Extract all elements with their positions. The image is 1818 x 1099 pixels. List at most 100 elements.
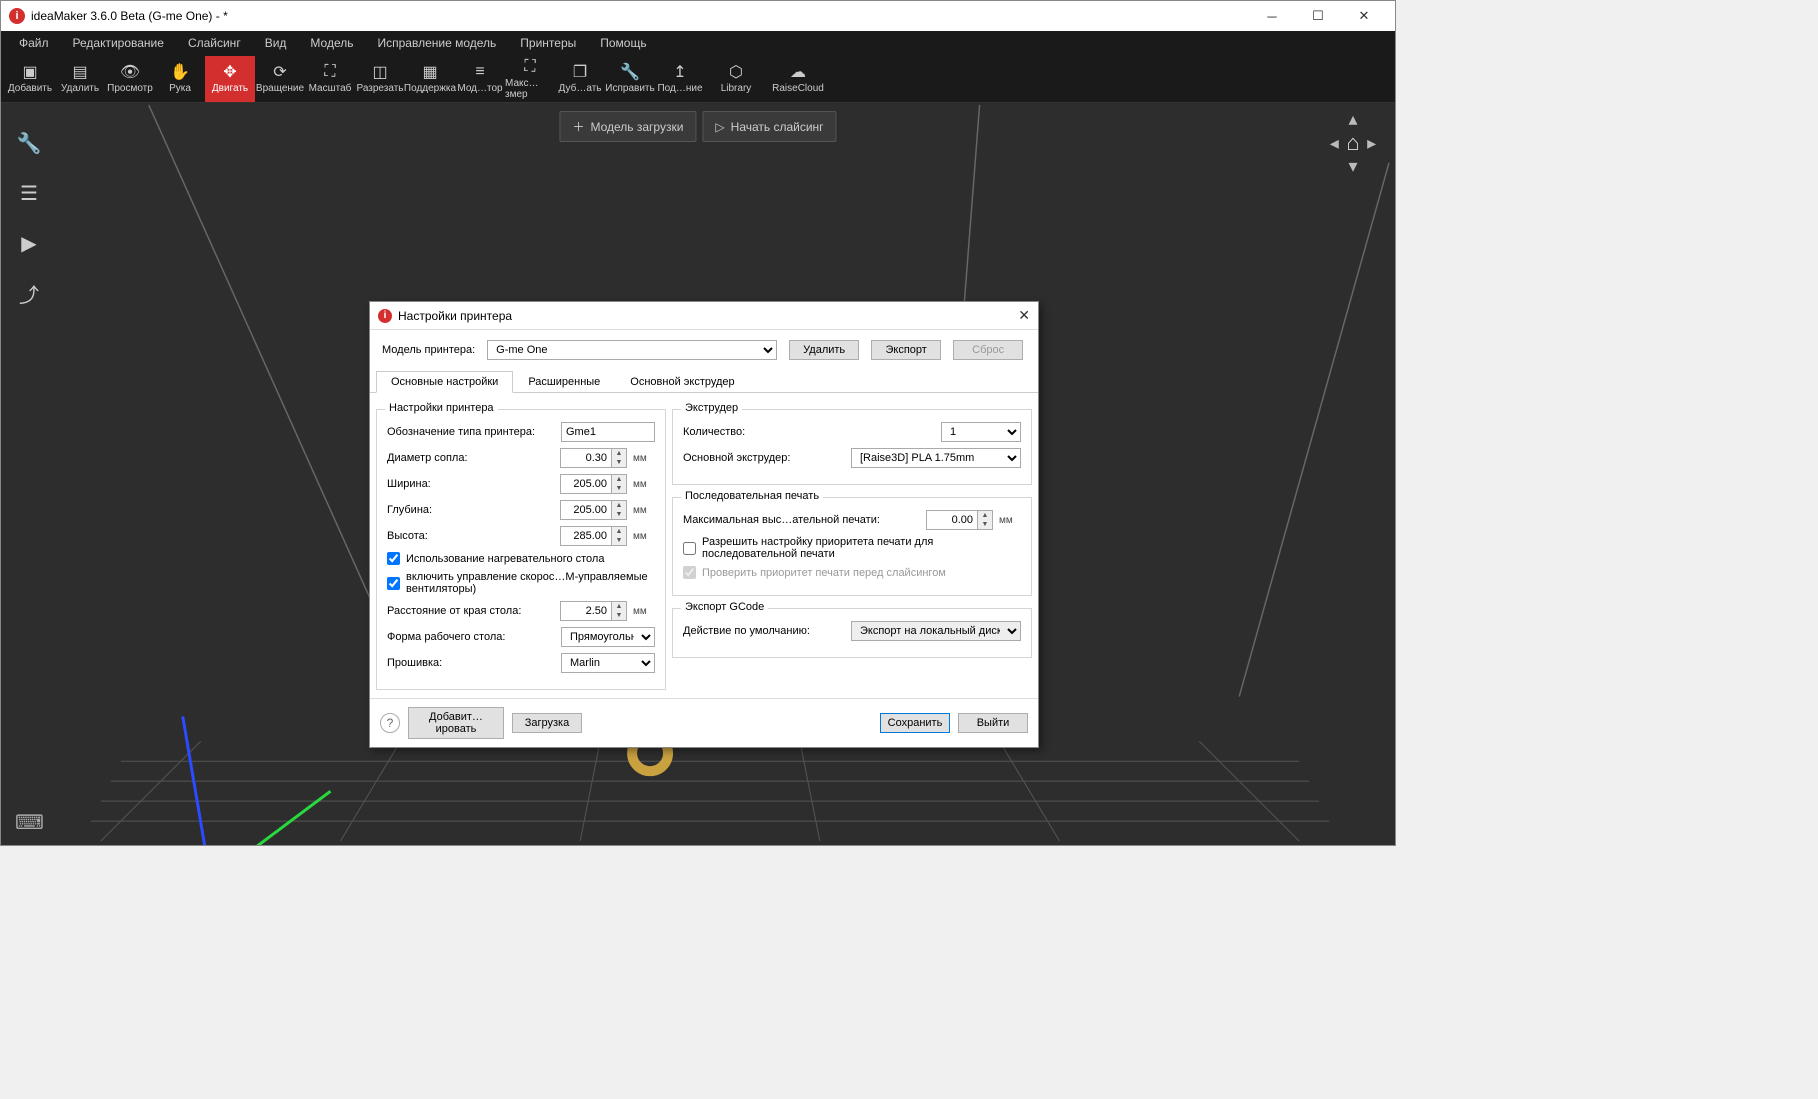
tb-cut[interactable]: ◫Разрезать <box>355 56 405 102</box>
tb-delete[interactable]: ▤Удалить <box>55 56 105 102</box>
preview-button[interactable]: ▶ <box>15 229 43 257</box>
firmware-select[interactable]: Marlin <box>561 653 655 673</box>
menu-repair[interactable]: Исправление модель <box>366 33 509 53</box>
tb-connection[interactable]: ↥Под…ние <box>655 56 705 102</box>
width-label: Ширина: <box>387 478 554 490</box>
list-icon: ☰ <box>20 181 38 206</box>
menu-printers[interactable]: Принтеры <box>508 33 588 53</box>
width-spinner[interactable]: ▲▼ <box>560 474 627 494</box>
app-icon: i <box>9 8 25 24</box>
chevron-up-icon[interactable]: ▴ <box>1348 109 1357 130</box>
chevron-right-icon[interactable]: ▸ <box>1367 133 1376 154</box>
printer-name-input[interactable] <box>561 422 655 442</box>
start-slicing-button[interactable]: ▷Начать слайсинг <box>702 111 836 142</box>
sidebar-left: 🔧 ☰ ▶ ⤴ <box>1 121 57 307</box>
menu-file[interactable]: Файл <box>7 33 61 53</box>
tb-modifier[interactable]: ≡Мод…тор <box>455 56 505 102</box>
tb-scale[interactable]: ⛶Масштаб <box>305 56 355 102</box>
minimize-button[interactable]: ─ <box>1249 1 1295 31</box>
export-printer-button[interactable]: Экспорт <box>871 340 941 360</box>
menu-view[interactable]: Вид <box>253 33 299 53</box>
tb-add[interactable]: ▣Добавить <box>5 56 55 102</box>
reset-printer-button[interactable]: Сброс <box>953 340 1023 360</box>
tab-basic[interactable]: Основные настройки <box>376 371 513 393</box>
settings-button[interactable]: 🔧 <box>15 129 43 157</box>
dialog-body: Настройки принтера Обозначение типа прин… <box>370 393 1038 696</box>
dialog-top-row: Модель принтера: G-me One Удалить Экспор… <box>370 330 1038 370</box>
tab-extruder[interactable]: Основной экструдер <box>615 371 749 393</box>
support-icon: ▦ <box>420 63 440 81</box>
height-spinner[interactable]: ▲▼ <box>560 526 627 546</box>
tb-library[interactable]: ⬡Library <box>705 56 767 102</box>
tab-advanced[interactable]: Расширенные <box>513 371 615 393</box>
maximize-button[interactable]: ☐ <box>1295 1 1341 31</box>
dialog-close-button[interactable]: ✕ <box>1018 307 1030 324</box>
gcode-action-label: Действие по умолчанию: <box>683 625 845 637</box>
tb-raisecloud[interactable]: ☁RaiseCloud <box>767 56 829 102</box>
duplicate-profile-button[interactable]: Добавит…ировать <box>408 707 504 739</box>
printer-model-select[interactable]: G-me One <box>487 340 777 360</box>
menu-edit[interactable]: Редактирование <box>61 33 176 53</box>
upload-button[interactable]: ⤴ <box>15 279 43 307</box>
shape-select[interactable]: Прямоугольник <box>561 627 655 647</box>
menu-model[interactable]: Модель <box>298 33 365 53</box>
seq-max-spinner[interactable]: ▲▼ <box>926 510 993 530</box>
gcode-action-select[interactable]: Экспорт на локальный диск <box>851 621 1021 641</box>
scale-icon: ⛶ <box>320 63 340 81</box>
tb-maxfit[interactable]: ⛶Макс…змер <box>505 56 555 102</box>
cloud-icon: ☁ <box>788 63 808 81</box>
tb-rotate[interactable]: ⟳Вращение <box>255 56 305 102</box>
keyboard-icon: ⌨ <box>15 812 44 834</box>
primary-extruder-select[interactable]: [Raise3D] PLA 1.75mm <box>851 448 1021 468</box>
save-button[interactable]: Сохранить <box>880 713 950 733</box>
tb-move[interactable]: ✥Двигать <box>205 56 255 102</box>
menu-help[interactable]: Помощь <box>588 33 658 53</box>
upload-icon: ↥ <box>670 63 690 81</box>
skirt-spinner[interactable]: ▲▼ <box>560 601 627 621</box>
nav-gizmo[interactable]: ▴ ◂⌂▸ ▾ <box>1325 109 1381 171</box>
list-button[interactable]: ☰ <box>15 179 43 207</box>
tb-view[interactable]: 👁Просмотр <box>105 56 155 102</box>
printer-settings-dialog: i Настройки принтера ✕ Модель принтера: … <box>369 301 1039 748</box>
seq-check-checkbox: Проверить приоритет печати перед слайсин… <box>683 566 1021 579</box>
tb-fix[interactable]: 🔧Исправить <box>605 56 655 102</box>
upload-icon: ⤴ <box>19 279 39 308</box>
chevron-down-icon[interactable]: ▾ <box>1348 156 1357 177</box>
dialog-tabs: Основные настройки Расширенные Основной … <box>370 370 1038 393</box>
chevron-left-icon[interactable]: ◂ <box>1330 133 1339 154</box>
slider-icon: ≡ <box>470 63 490 81</box>
height-label: Высота: <box>387 530 554 542</box>
expand-icon: ⛶ <box>520 58 540 76</box>
model-label: Модель принтера: <box>382 344 475 356</box>
shape-label: Форма рабочего стола: <box>387 631 555 643</box>
help-button[interactable]: ? <box>380 713 400 733</box>
load-profile-button[interactable]: Загрузка <box>512 713 582 733</box>
home-icon[interactable]: ⌂ <box>1346 130 1359 156</box>
exit-button[interactable]: Выйти <box>958 713 1028 733</box>
dialog-titlebar: i Настройки принтера ✕ <box>370 302 1038 330</box>
dialog-footer: ? Добавит…ировать Загрузка Сохранить Вый… <box>370 698 1038 747</box>
app-window: i ideaMaker 3.6.0 Beta (G-me One) - * ─ … <box>0 0 1396 846</box>
heated-bed-checkbox[interactable]: Использование нагревательного стола <box>387 552 655 565</box>
seq-allow-checkbox[interactable]: Разрешить настройку приоритета печати дл… <box>683 536 1021 560</box>
move-icon: ✥ <box>220 63 240 81</box>
nozzle-spinner[interactable]: ▲▼ <box>560 448 627 468</box>
tb-hand[interactable]: ✋Рука <box>155 56 205 102</box>
keyboard-button[interactable]: ⌨ <box>15 810 44 835</box>
fan-control-checkbox[interactable]: включить управление скорос…М-управляемые… <box>387 571 655 595</box>
extruder-count-select[interactable]: 1 <box>941 422 1021 442</box>
eye-icon: 👁 <box>120 63 140 81</box>
rotate-icon: ⟳ <box>270 63 290 81</box>
tb-duplicate[interactable]: ❐Дуб…ать <box>555 56 605 102</box>
load-model-button[interactable]: ＋Модель загрузки <box>559 111 696 142</box>
viewport-3d[interactable]: ＋Модель загрузки ▷Начать слайсинг 🔧 ☰ ▶ … <box>1 103 1395 845</box>
dialog-title: Настройки принтера <box>398 309 512 323</box>
menu-slicing[interactable]: Слайсинг <box>176 33 253 53</box>
window-controls: ─ ☐ ✕ <box>1249 1 1387 31</box>
tb-support[interactable]: ▦Поддержка <box>405 56 455 102</box>
depth-spinner[interactable]: ▲▼ <box>560 500 627 520</box>
window-title: ideaMaker 3.6.0 Beta (G-me One) - * <box>31 9 228 23</box>
delete-printer-button[interactable]: Удалить <box>789 340 859 360</box>
duplicate-icon: ❐ <box>570 63 590 81</box>
close-button[interactable]: ✕ <box>1341 1 1387 31</box>
